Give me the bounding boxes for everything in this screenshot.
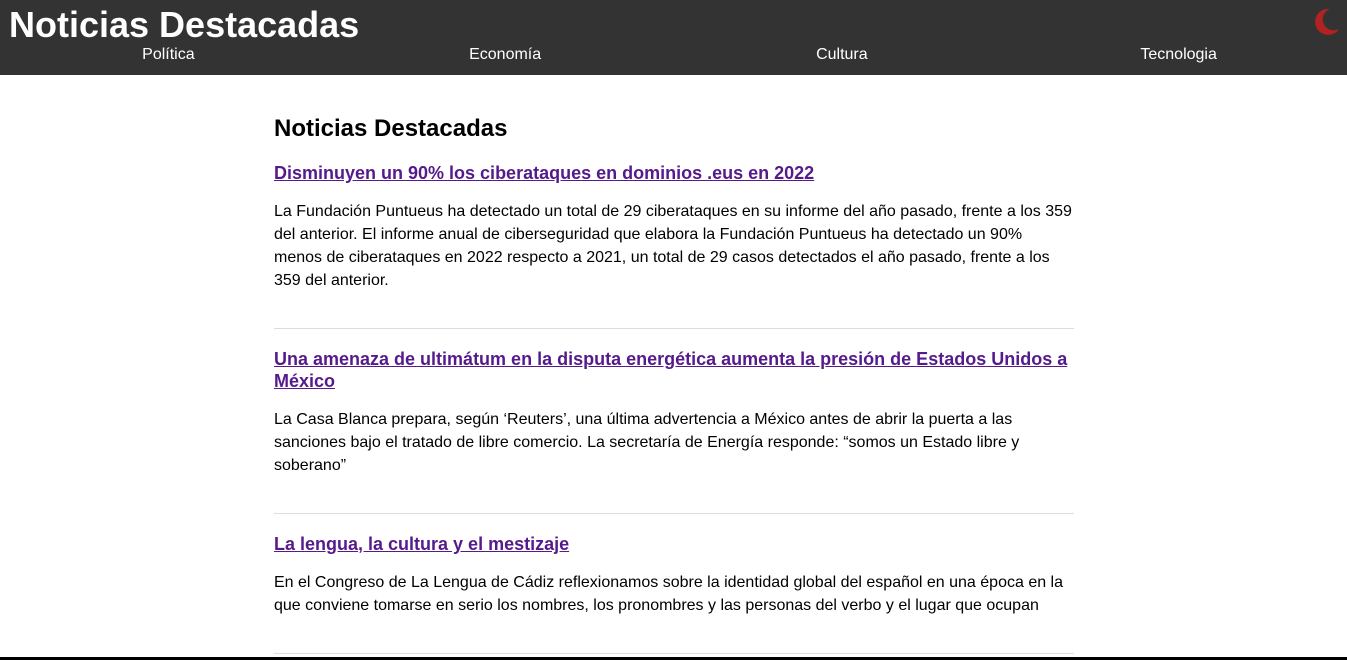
site-header: Noticias Destacadas Política Economía Cu… <box>0 0 1347 75</box>
article-title-link[interactable]: Una amenaza de ultimátum en la disputa e… <box>274 349 1067 391</box>
moon-icon[interactable] <box>1311 7 1341 37</box>
article-summary: La Fundación Puntueus ha detectado un to… <box>274 203 1072 289</box>
article-summary: La Casa Blanca prepara, según ‘Reuters’,… <box>274 411 1020 474</box>
section-title: Noticias Destacadas <box>274 115 508 142</box>
moon-icon-graphic <box>1315 8 1339 35</box>
site-title: Noticias Destacadas <box>9 4 360 45</box>
nav-item-cultura[interactable]: Cultura <box>674 44 1011 68</box>
news-article: Disminuyen un 90% los ciberataques en do… <box>274 162 1074 329</box>
article-title-link[interactable]: La lengua, la cultura y el mestizaje <box>274 534 569 554</box>
nav-item-tecnologia[interactable]: Tecnologia <box>1010 44 1347 68</box>
nav-item-economia[interactable]: Economía <box>337 44 674 68</box>
article-title-link[interactable]: Disminuyen un 90% los ciberataques en do… <box>274 163 814 183</box>
article-heading: Una amenaza de ultimátum en la disputa e… <box>274 348 1074 392</box>
main-content: Noticias Destacadas Disminuyen un 90% lo… <box>274 75 1074 654</box>
nav-item-politica[interactable]: Política <box>0 44 337 68</box>
article-heading: Disminuyen un 90% los ciberataques en do… <box>274 162 1074 184</box>
news-article: La lengua, la cultura y el mestizaje En … <box>274 533 1074 654</box>
news-article: Una amenaza de ultimátum en la disputa e… <box>274 348 1074 514</box>
article-heading: La lengua, la cultura y el mestizaje <box>274 533 1074 555</box>
main-nav: Política Economía Cultura Tecnologia <box>0 44 1347 68</box>
article-summary: En el Congreso de La Lengua de Cádiz ref… <box>274 574 1064 614</box>
